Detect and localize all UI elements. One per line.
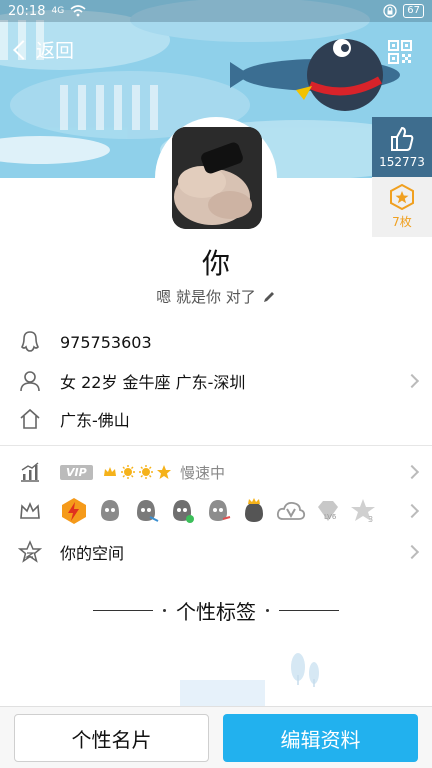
level-icons: [102, 464, 172, 480]
signature[interactable]: 嗯 就是你 对了: [0, 286, 432, 307]
tags-title: 个性标签: [176, 600, 256, 624]
hometown-row: 广东-佛山: [0, 400, 432, 438]
lock-rotation-icon: [383, 4, 397, 18]
avatar-photo: [172, 127, 262, 229]
avatar: [172, 127, 262, 229]
penguin-icon: [21, 331, 39, 352]
edit-profile-button[interactable]: 编辑资料: [223, 714, 418, 762]
level-chart-icon: [21, 462, 39, 482]
chevron-right-icon: [404, 544, 420, 560]
like-button[interactable]: 152773: [372, 117, 432, 177]
lightning-badge-icon: [62, 498, 86, 524]
badge-count: 7枚: [392, 215, 412, 229]
wifi-icon: [70, 5, 86, 17]
qzone-row[interactable]: 你的空间: [0, 533, 432, 571]
crown-outline-icon: [20, 501, 40, 519]
home-icon: [20, 408, 40, 429]
person-icon: [20, 371, 40, 392]
profile-card-button[interactable]: 个性名片: [14, 714, 209, 762]
badge-list: LV6 3: [60, 497, 378, 525]
penguin-badge-icon: [137, 500, 159, 522]
edit-pencil-icon: [263, 291, 274, 302]
penguin-crown-badge-icon: [245, 498, 263, 522]
svg-text:3: 3: [368, 515, 373, 524]
penguin-badge-icon: [173, 500, 194, 523]
status-time: 20:18: [8, 3, 46, 19]
nickname: 你: [201, 247, 230, 280]
qzone-label: 你的空间: [60, 544, 125, 563]
star-badge-icon: [390, 184, 414, 210]
profile-details-row[interactable]: 女 22岁 金牛座 广东-深圳: [0, 362, 432, 400]
network-indicator: 4G: [51, 6, 65, 16]
star-level-badge-icon: 3: [351, 499, 375, 524]
title-dot-left: [163, 609, 166, 612]
title-line-left: [93, 610, 153, 611]
signature-text: 嗯 就是你 对了: [156, 288, 256, 306]
tags-empty-illustration: [180, 653, 319, 707]
chevron-right-icon: [404, 503, 420, 519]
star-icon: [157, 465, 171, 479]
like-count: 152773: [379, 154, 425, 169]
qr-code-icon[interactable]: [388, 40, 412, 64]
section-divider: [0, 445, 432, 446]
penguin-badge-icon: [209, 500, 231, 521]
sun-icon: [139, 465, 153, 479]
chevron-right-icon: [404, 373, 420, 389]
space-star-icon: [18, 540, 42, 563]
chevron-right-icon: [404, 464, 420, 480]
badge-button[interactable]: 7枚: [372, 177, 432, 237]
back-button[interactable]: 返回: [12, 36, 74, 63]
back-label: 返回: [36, 40, 75, 62]
hometown: 广东-佛山: [60, 411, 130, 430]
battery-level: 67: [403, 4, 424, 18]
cloud-v-badge-icon: [276, 501, 306, 520]
qq-number: 975753603: [60, 332, 152, 352]
title-line-right: [279, 610, 339, 611]
sun-icon: [121, 465, 135, 479]
title-dot-right: [266, 609, 269, 612]
penguin-badge-icon: [101, 500, 119, 521]
vip-tag: VIP: [60, 464, 93, 480]
thumbs-up-icon: [391, 126, 414, 151]
status-bar: 20:18 4G 67: [0, 0, 432, 22]
crown-icon: [104, 467, 116, 476]
badges-row[interactable]: LV6 3: [0, 492, 432, 530]
diamond-badge-icon: LV6: [318, 501, 338, 521]
profile-details: 女 22岁 金牛座 广东-深圳: [60, 373, 246, 392]
qq-number-row: 975753603: [0, 323, 432, 361]
vip-speed-status: 慢速中: [180, 463, 226, 482]
tags-section-title: 个性标签: [0, 596, 432, 625]
bottom-action-bar: 个性名片 编辑资料: [0, 706, 432, 768]
vip-row[interactable]: VIP 慢速中: [0, 453, 432, 491]
back-chevron-icon: [13, 39, 33, 60]
avatar-frame[interactable]: [155, 117, 277, 239]
svg-text:LV6: LV6: [324, 513, 337, 521]
